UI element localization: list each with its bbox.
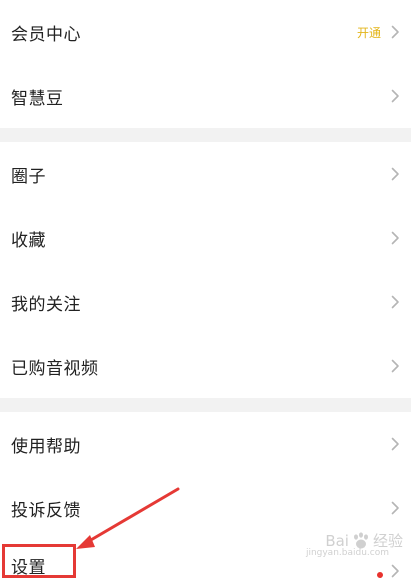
menu-item-label: 使用帮助 [11,436,81,457]
menu-item-wisdom-beans[interactable]: 智慧豆 [0,64,411,128]
chevron-right-icon [391,231,399,245]
chevron-right-icon [391,437,399,451]
section-divider [0,398,411,412]
chevron-right-icon [391,564,399,578]
chevron-right-icon [391,295,399,309]
watermark-brand-left: Bai [325,531,349,550]
notification-dot [377,572,383,578]
baidu-watermark: Bai 经验 jingyan.baidu.com [306,530,403,559]
settings-menu: 会员中心 开通 智慧豆 圈子 收藏 我的关注 已购音视频 使用帮助 投诉反馈 设… [0,0,411,580]
menu-item-favorites[interactable]: 收藏 [0,206,411,270]
chevron-right-icon [391,359,399,373]
menu-item-label: 投诉反馈 [11,500,81,521]
menu-item-membership[interactable]: 会员中心 开通 [0,0,411,64]
menu-item-following[interactable]: 我的关注 [0,270,411,334]
chevron-right-icon [391,501,399,515]
menu-item-help[interactable]: 使用帮助 [0,412,411,476]
menu-item-label: 智慧豆 [11,88,64,109]
chevron-right-icon [391,167,399,181]
menu-item-label: 已购音视频 [11,358,99,379]
menu-item-label: 收藏 [11,230,46,251]
chevron-right-icon [391,89,399,103]
watermark-url: jingyan.baidu.com [305,548,389,558]
section-divider [0,128,411,142]
menu-item-circles[interactable]: 圈子 [0,142,411,206]
menu-item-label: 我的关注 [11,294,81,315]
menu-item-label: 会员中心 [11,24,81,45]
chevron-right-icon [391,25,399,39]
highlight-box [2,544,76,578]
menu-item-purchased-media[interactable]: 已购音视频 [0,334,411,398]
activate-link[interactable]: 开通 [357,24,381,41]
menu-item-label: 圈子 [11,166,46,187]
